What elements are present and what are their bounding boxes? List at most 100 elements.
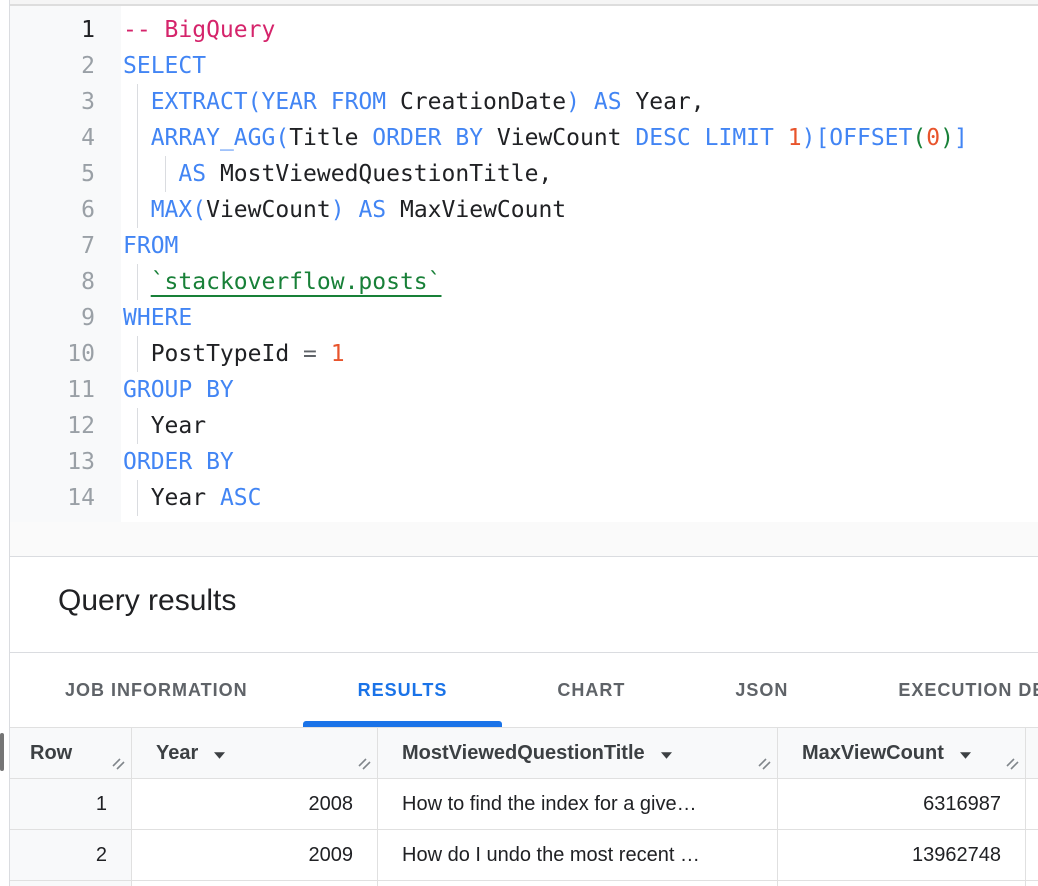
code-line[interactable]: GROUP BY xyxy=(123,372,1038,408)
code-token: MaxViewCount xyxy=(386,197,566,223)
tab-results[interactable]: RESULTS xyxy=(303,653,503,727)
column-header-year: Year xyxy=(132,728,378,778)
code-line[interactable]: PostTypeId = 1 xyxy=(123,336,1038,372)
indent-guide xyxy=(137,192,138,228)
indent-guide xyxy=(165,156,166,192)
query-results-header: Query results xyxy=(10,557,1038,653)
code-token xyxy=(345,197,359,223)
query-results-title: Query results xyxy=(10,557,1038,618)
code-line[interactable]: FROM xyxy=(123,228,1038,264)
code-token: EXTRACT(YEAR FROM xyxy=(151,89,386,115)
code-line[interactable]: SELECT xyxy=(123,48,1038,84)
code-line[interactable]: WHERE xyxy=(123,300,1038,336)
indent-guide xyxy=(137,336,138,372)
code-token: AS xyxy=(594,89,622,115)
results-tab-bar: JOB INFORMATION RESULTS CHART JSON EXECUTION… xyxy=(10,653,1038,727)
sql-editor[interactable]: 1234567891011121314 -- BigQuerySELECT EX… xyxy=(10,6,1038,522)
code-line[interactable]: MAX(ViewCount) AS MaxViewCount xyxy=(123,192,1038,228)
line-number: 3 xyxy=(10,84,121,120)
code-line[interactable]: `stackoverflow.posts` xyxy=(123,264,1038,300)
indent-guide xyxy=(137,480,138,516)
header-filler xyxy=(1026,728,1038,778)
table-row-partial xyxy=(10,881,1038,886)
code-token xyxy=(774,125,788,151)
code-token: ORDER BY xyxy=(123,449,234,475)
column-header-mostviewedquestiontitle: MostViewedQuestionTitle xyxy=(378,728,778,778)
line-number: 12 xyxy=(10,408,121,444)
code-token: PostTypeId xyxy=(123,341,303,367)
column-header-label: Year xyxy=(156,742,198,765)
code-line[interactable]: ARRAY_AGG(Title ORDER BY ViewCount DESC … xyxy=(123,120,1038,156)
code-token: ) xyxy=(566,89,580,115)
tab-label: JOB INFORMATION xyxy=(65,680,248,701)
table-header-row: RowYearMostViewedQuestionTitleMaxViewCou… xyxy=(10,728,1038,779)
code-token: OFFSET xyxy=(829,125,912,151)
code-token: WHERE xyxy=(123,305,192,331)
editor-bottom-spacer xyxy=(10,522,1038,557)
tab-job-information[interactable]: JOB INFORMATION xyxy=(10,653,303,727)
code-token: ViewCount xyxy=(206,197,331,223)
indent-guide xyxy=(137,84,138,120)
code-token: 1 xyxy=(331,341,345,367)
scrollbar-thumb[interactable] xyxy=(0,733,4,771)
code-token: Year xyxy=(123,413,206,439)
code-token: GROUP BY xyxy=(123,377,234,403)
code-line[interactable]: EXTRACT(YEAR FROM CreationDate) AS Year, xyxy=(123,84,1038,120)
cell-max-view-count: 13962748 xyxy=(778,830,1026,880)
line-number: 14 xyxy=(10,480,121,516)
cell-year: 2008 xyxy=(132,779,378,829)
line-number: 4 xyxy=(10,120,121,156)
bigquery-panel: 1234567891011121314 -- BigQuerySELECT EX… xyxy=(10,0,1038,886)
code-token: ] xyxy=(954,125,968,151)
code-token: MostViewedQuestionTitle, xyxy=(206,161,552,187)
sort-dropdown-icon[interactable] xyxy=(960,742,971,765)
active-tab-underline xyxy=(303,721,503,727)
sort-dropdown-icon[interactable] xyxy=(661,742,672,765)
line-number: 13 xyxy=(10,444,121,480)
column-resize-icon[interactable] xyxy=(111,754,128,777)
code-line[interactable]: AS MostViewedQuestionTitle, xyxy=(123,156,1038,192)
line-number: 5 xyxy=(10,156,121,192)
row-filler xyxy=(1026,779,1038,829)
code-token: ) xyxy=(940,125,954,151)
code-token: Year, xyxy=(622,89,705,115)
indent-guide xyxy=(137,156,138,192)
tab-json[interactable]: JSON xyxy=(680,653,843,727)
code-line[interactable]: ORDER BY xyxy=(123,444,1038,480)
code-token: ARRAY_AGG( xyxy=(151,125,289,151)
code-token: ORDER BY xyxy=(372,125,483,151)
line-number: 9 xyxy=(10,300,121,336)
indent-guide xyxy=(137,120,138,156)
code-line[interactable]: Year xyxy=(123,408,1038,444)
code-token: 0 xyxy=(926,125,940,151)
cell-partial xyxy=(778,881,1026,886)
code-line[interactable]: Year ASC xyxy=(123,480,1038,516)
results-table: RowYearMostViewedQuestionTitleMaxViewCou… xyxy=(10,727,1038,886)
cell-year: 2009 xyxy=(132,830,378,880)
indent-guide xyxy=(137,264,138,300)
column-resize-icon[interactable] xyxy=(757,754,774,777)
tab-chart[interactable]: CHART xyxy=(502,653,680,727)
table-reference-link[interactable]: `stackoverflow.posts` xyxy=(151,269,442,295)
sort-dropdown-icon[interactable] xyxy=(214,742,225,765)
line-number: 7 xyxy=(10,228,121,264)
line-number: 11 xyxy=(10,372,121,408)
tab-label: RESULTS xyxy=(358,680,448,701)
column-header-row: Row xyxy=(10,728,132,778)
code-token: SELECT xyxy=(123,53,206,79)
code-line[interactable]: -- BigQuery xyxy=(123,12,1038,48)
line-number: 1 xyxy=(10,12,121,48)
code-token: FROM xyxy=(123,233,178,259)
column-resize-icon[interactable] xyxy=(357,754,374,777)
cell-partial xyxy=(132,881,378,886)
column-resize-icon[interactable] xyxy=(1005,754,1022,777)
code-area[interactable]: -- BigQuery SELECT EXTRACT(YEAR FROM Crea… xyxy=(121,6,1038,522)
tab-label: CHART xyxy=(557,680,625,701)
code-token xyxy=(123,161,178,187)
tab-execution-details[interactable]: EXECUTION DETAILS xyxy=(843,653,1038,727)
row-filler xyxy=(1026,881,1038,886)
tab-label: JSON xyxy=(735,680,788,701)
row-filler xyxy=(1026,830,1038,880)
code-token: CreationDate xyxy=(386,89,566,115)
code-token: ) xyxy=(331,197,345,223)
